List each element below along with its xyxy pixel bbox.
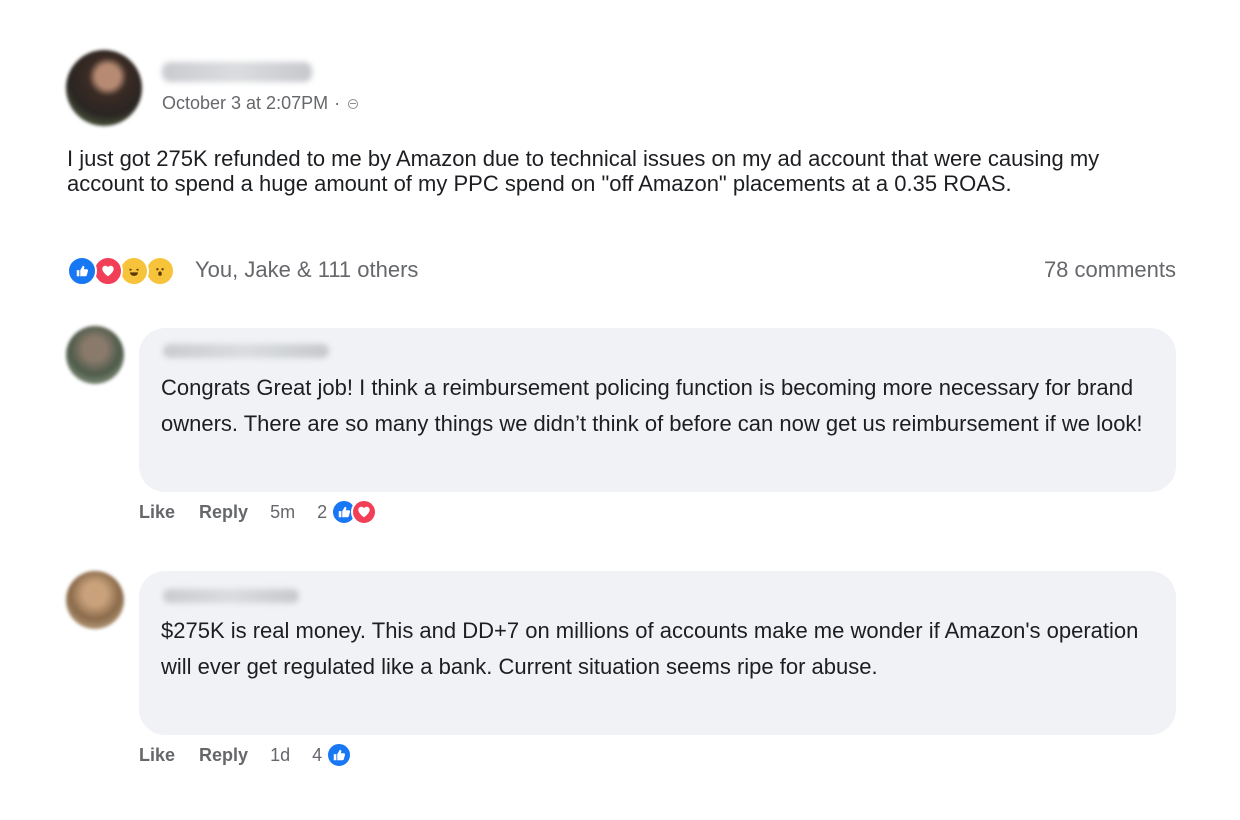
reaction-icons[interactable] bbox=[67, 256, 179, 286]
commenter-avatar[interactable] bbox=[66, 326, 124, 384]
globe-icon bbox=[348, 98, 359, 109]
comment-time[interactable]: 1d bbox=[270, 745, 290, 766]
like-icon bbox=[326, 742, 353, 768]
reactions-bar: You, Jake & 111 others 78 comments bbox=[67, 254, 1176, 286]
comment-reaction-count[interactable]: 4 bbox=[312, 745, 322, 766]
commenter-avatar[interactable] bbox=[66, 571, 124, 629]
meta-separator: · bbox=[334, 93, 341, 113]
comment-text: $275K is real money. This and DD+7 on mi… bbox=[161, 618, 1139, 679]
comment-like-button[interactable]: Like bbox=[139, 502, 175, 523]
post-meta: October 3 at 2:07PM · bbox=[162, 93, 359, 114]
comment-reaction-count[interactable]: 2 bbox=[317, 502, 327, 523]
reaction-summary[interactable]: You, Jake & 111 others bbox=[195, 257, 418, 283]
love-icon bbox=[93, 256, 123, 286]
love-icon bbox=[351, 499, 378, 525]
commenter-name[interactable] bbox=[163, 344, 329, 358]
comment-count[interactable]: 78 comments bbox=[1044, 257, 1176, 283]
haha-icon bbox=[119, 256, 149, 286]
poster-avatar[interactable] bbox=[66, 50, 142, 126]
comment-time[interactable]: 5m bbox=[270, 502, 295, 523]
comment-like-button[interactable]: Like bbox=[139, 745, 175, 766]
commenter-name[interactable] bbox=[163, 589, 299, 603]
comment-bubble: Congrats Great job! I think a reimbursem… bbox=[139, 328, 1176, 492]
wow-icon bbox=[145, 256, 175, 286]
comment-bubble: $275K is real money. This and DD+7 on mi… bbox=[139, 571, 1176, 735]
comment-reply-button[interactable]: Reply bbox=[199, 502, 248, 523]
comment-reply-button[interactable]: Reply bbox=[199, 745, 248, 766]
comment-actions: Like Reply 1d 4 bbox=[139, 742, 353, 768]
comment-actions: Like Reply 5m 2 bbox=[139, 499, 378, 525]
post-text: I just got 275K refunded to me by Amazon… bbox=[67, 146, 1100, 196]
post-timestamp[interactable]: October 3 at 2:07PM bbox=[162, 93, 328, 114]
comment-text: Congrats Great job! I think a reimbursem… bbox=[161, 375, 1143, 436]
like-icon bbox=[67, 256, 97, 286]
poster-name[interactable] bbox=[162, 62, 312, 82]
